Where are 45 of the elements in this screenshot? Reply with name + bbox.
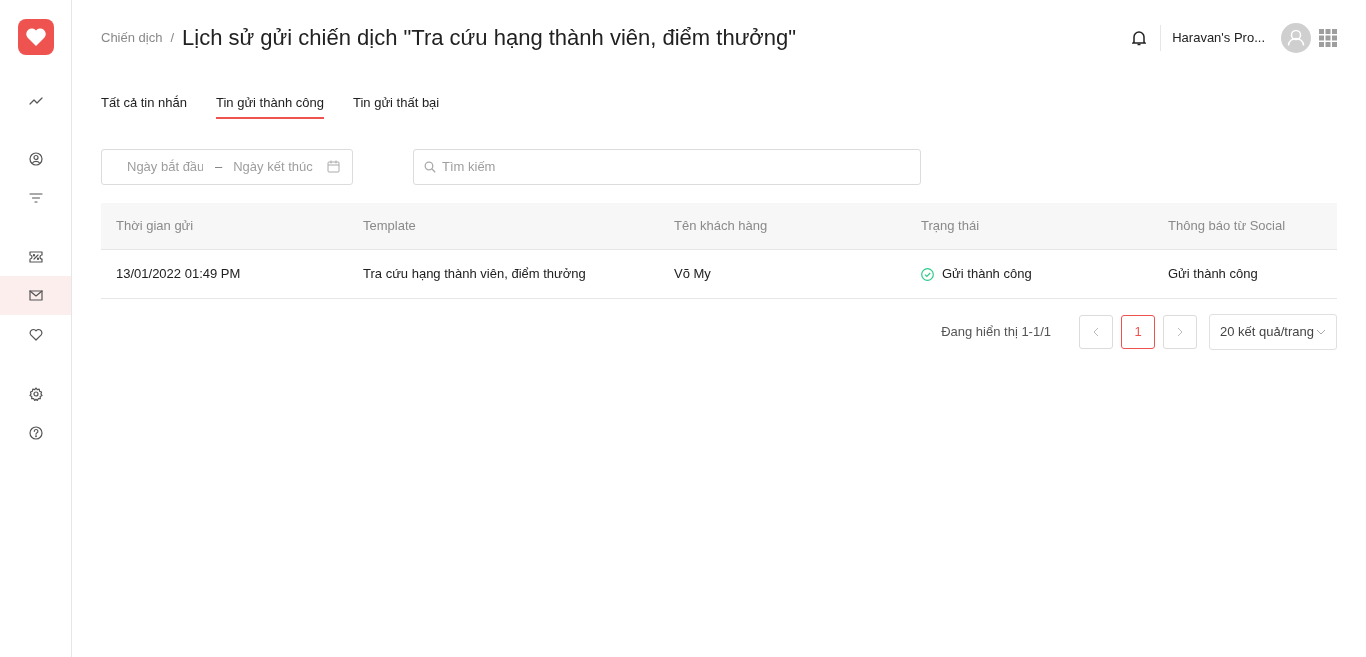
sent-time-cell: 13/01/2022 01:49 PM — [101, 249, 348, 299]
page-size-select[interactable]: 20 kết quả/trang — [1209, 314, 1337, 350]
apps-grid-icon[interactable] — [1319, 29, 1337, 47]
calendar-icon — [327, 160, 340, 173]
next-page-button[interactable] — [1163, 315, 1198, 349]
store-name[interactable]: Haravan's Pro... — [1172, 28, 1265, 48]
user-circle-icon — [28, 151, 43, 166]
status-text: Gửi thành công — [942, 265, 1032, 284]
tab[interactable]: Tin gửi thành công — [216, 93, 324, 119]
help-icon — [28, 425, 43, 440]
app-logo[interactable] — [17, 19, 54, 55]
gear-icon — [28, 386, 43, 401]
tab[interactable]: Tin gửi thất bại — [352, 93, 440, 119]
template-cell: Tra cứu hạng thành viên, điểm thưởng — [348, 249, 659, 299]
date-range-field[interactable]: Ngày bắt đầu – Ngày kết thúc — [101, 148, 353, 185]
pagination-summary: Đang hiển thị 1-1/1 — [941, 323, 1052, 342]
chevron-left-icon — [1093, 327, 1100, 337]
search-icon — [424, 160, 436, 173]
start-date-input[interactable]: Ngày bắt đầu — [125, 155, 205, 178]
search-field[interactable]: Tìm kiếm — [413, 148, 921, 185]
breadcrumb-link[interactable]: Chiến dịch — [101, 28, 163, 48]
breadcrumb-separator: / — [170, 29, 175, 48]
previous-page-button[interactable] — [1079, 315, 1114, 349]
chevron-down-icon — [1316, 329, 1326, 335]
column-header: Trạng thái — [906, 202, 1153, 250]
tab[interactable]: Tất cả tin nhắn — [101, 93, 187, 119]
bell-icon[interactable] — [1132, 30, 1147, 46]
column-header: Tên khách hàng — [659, 202, 906, 250]
avatar-icon[interactable] — [1281, 23, 1311, 53]
end-date-input[interactable]: Ngày kết thúc — [231, 155, 317, 178]
column-header: Thời gian gửi — [101, 202, 348, 250]
filter-icon — [28, 191, 43, 204]
column-header: Thông báo từ Social — [1153, 202, 1337, 250]
customer-cell: Võ My — [659, 249, 906, 299]
page-title: Lịch sử gửi chiến dịch "Tra cứu hạng thành viên, điểm thưởng" — [182, 24, 797, 52]
range-separator: – — [215, 157, 223, 176]
page-button[interactable]: 1 — [1121, 315, 1156, 349]
sidebar-item[interactable] — [0, 276, 71, 315]
search-input[interactable]: Tìm kiếm — [440, 155, 910, 178]
mail-icon — [28, 289, 43, 302]
heart-icon — [28, 328, 43, 341]
chevron-right-icon — [1177, 327, 1184, 337]
coupon-icon — [28, 249, 43, 264]
column-header: Template — [348, 202, 659, 250]
social-message-cell: Gửi thành công — [1153, 249, 1337, 299]
